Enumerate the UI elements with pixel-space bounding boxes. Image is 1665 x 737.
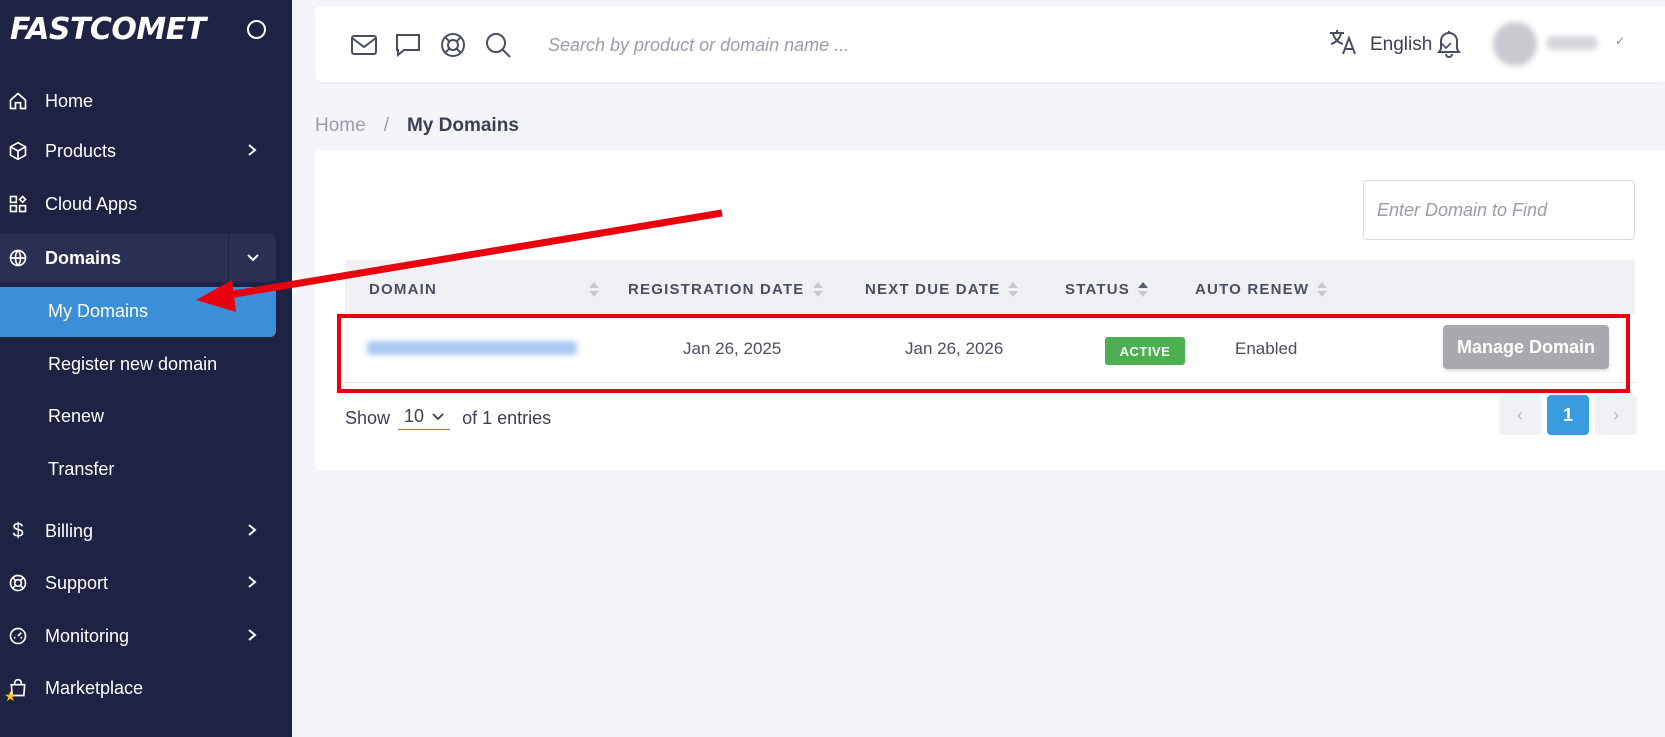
sidebar-item-label: Home bbox=[45, 90, 94, 111]
star-icon: ★ bbox=[4, 688, 17, 704]
chevron-down-icon[interactable]: ✓ bbox=[1615, 34, 1625, 48]
box-icon bbox=[7, 140, 29, 162]
lifebuoy-icon[interactable] bbox=[438, 30, 468, 60]
table-header: DOMAIN REGISTRATION DATE NEXT DUE DATE S… bbox=[345, 260, 1635, 314]
pagination-next-button[interactable]: › bbox=[1595, 395, 1637, 435]
sidebar-item-label: Cloud Apps bbox=[45, 193, 138, 214]
user-name[interactable] bbox=[1547, 36, 1597, 50]
sort-icon bbox=[589, 280, 599, 298]
pagination-prev-button[interactable]: ‹ bbox=[1499, 395, 1541, 435]
search-icon[interactable] bbox=[483, 30, 513, 60]
globe-icon bbox=[7, 247, 29, 269]
sort-icon bbox=[1008, 280, 1019, 298]
bell-icon[interactable] bbox=[1435, 28, 1463, 63]
sort-icon bbox=[1137, 280, 1148, 298]
sidebar-sub-register-domain[interactable]: Register new domain bbox=[48, 354, 217, 375]
sort-icon bbox=[1317, 280, 1328, 298]
chevron-right-icon bbox=[246, 626, 258, 647]
sidebar-sub-transfer[interactable]: Transfer bbox=[48, 459, 114, 480]
lifebuoy-icon bbox=[7, 572, 29, 594]
sidebar-item-products[interactable]: Products bbox=[0, 126, 276, 176]
dollar-icon: $ bbox=[12, 519, 24, 542]
chevron-right-icon bbox=[246, 521, 258, 542]
entries-label: of 1 entries bbox=[462, 407, 552, 428]
sidebar-item-label: Monitoring bbox=[45, 625, 130, 646]
column-header-auto-renew[interactable]: AUTO RENEW bbox=[1195, 280, 1328, 298]
sidebar-item-home[interactable]: Home bbox=[0, 76, 276, 126]
sidebar-item-billing[interactable]: $ Billing bbox=[0, 506, 276, 556]
gauge-icon bbox=[7, 625, 29, 647]
breadcrumb-separator: / bbox=[383, 115, 389, 136]
sidebar-item-label: Domains bbox=[45, 247, 122, 268]
sidebar-item-label: Support bbox=[45, 572, 109, 593]
column-header-registration-date[interactable]: REGISTRATION DATE bbox=[628, 280, 823, 298]
sidebar-item-domains[interactable]: Domains bbox=[0, 233, 276, 283]
search-input[interactable] bbox=[548, 30, 1108, 60]
column-header-domain[interactable]: DOMAIN bbox=[369, 280, 599, 298]
sidebar-item-label: Billing bbox=[45, 520, 94, 541]
column-header-status[interactable]: STATUS bbox=[1065, 280, 1148, 298]
language-selector[interactable]: English bbox=[1328, 28, 1452, 62]
sidebar-sub-renew[interactable]: Renew bbox=[48, 406, 104, 427]
language-label: English bbox=[1370, 34, 1433, 55]
breadcrumb-current: My Domains bbox=[406, 115, 519, 136]
annotation-highlight-box bbox=[337, 314, 1630, 393]
show-label: Show bbox=[345, 407, 391, 428]
home-icon bbox=[7, 90, 29, 112]
sidebar-sub-my-domains[interactable]: My Domains bbox=[48, 301, 148, 322]
translate-icon bbox=[1328, 28, 1358, 62]
sidebar-toggle-icon[interactable] bbox=[247, 20, 266, 39]
chevron-right-icon bbox=[246, 141, 258, 162]
chevron-right-icon bbox=[246, 573, 258, 594]
chat-icon[interactable] bbox=[393, 30, 423, 60]
sidebar-item-support[interactable]: Support bbox=[0, 558, 276, 608]
pagination-page-1[interactable]: 1 bbox=[1547, 395, 1589, 435]
sidebar-item-label: Marketplace bbox=[45, 677, 144, 698]
fastcomet-logo[interactable]: FASTCOMET bbox=[10, 12, 206, 47]
breadcrumb: Home / My Domains bbox=[315, 115, 519, 137]
page-size-select[interactable]: 10 bbox=[398, 406, 451, 430]
breadcrumb-home[interactable]: Home bbox=[315, 115, 366, 137]
sort-icon bbox=[812, 280, 823, 298]
avatar[interactable] bbox=[1493, 22, 1537, 66]
sidebar-item-label: Products bbox=[45, 140, 117, 161]
find-domain-input[interactable] bbox=[1363, 180, 1635, 240]
sidebar-item-marketplace[interactable]: Marketplace bbox=[0, 663, 276, 713]
sidebar: FASTCOMET Home Products Cloud Apps Domai… bbox=[0, 0, 292, 737]
domains-card: DOMAIN REGISTRATION DATE NEXT DUE DATE S… bbox=[315, 150, 1665, 470]
sidebar-item-cloud-apps[interactable]: Cloud Apps bbox=[0, 179, 276, 229]
column-header-next-due-date[interactable]: NEXT DUE DATE bbox=[865, 280, 1019, 298]
top-bar: English ✓ bbox=[315, 6, 1665, 82]
mail-icon[interactable] bbox=[349, 30, 379, 60]
chevron-down-icon[interactable] bbox=[246, 248, 260, 269]
page-size-control: Show 10 of 1 entries bbox=[345, 406, 551, 430]
apps-icon bbox=[7, 193, 29, 215]
chevron-down-icon bbox=[432, 410, 444, 424]
sidebar-item-monitoring[interactable]: Monitoring bbox=[0, 611, 276, 661]
